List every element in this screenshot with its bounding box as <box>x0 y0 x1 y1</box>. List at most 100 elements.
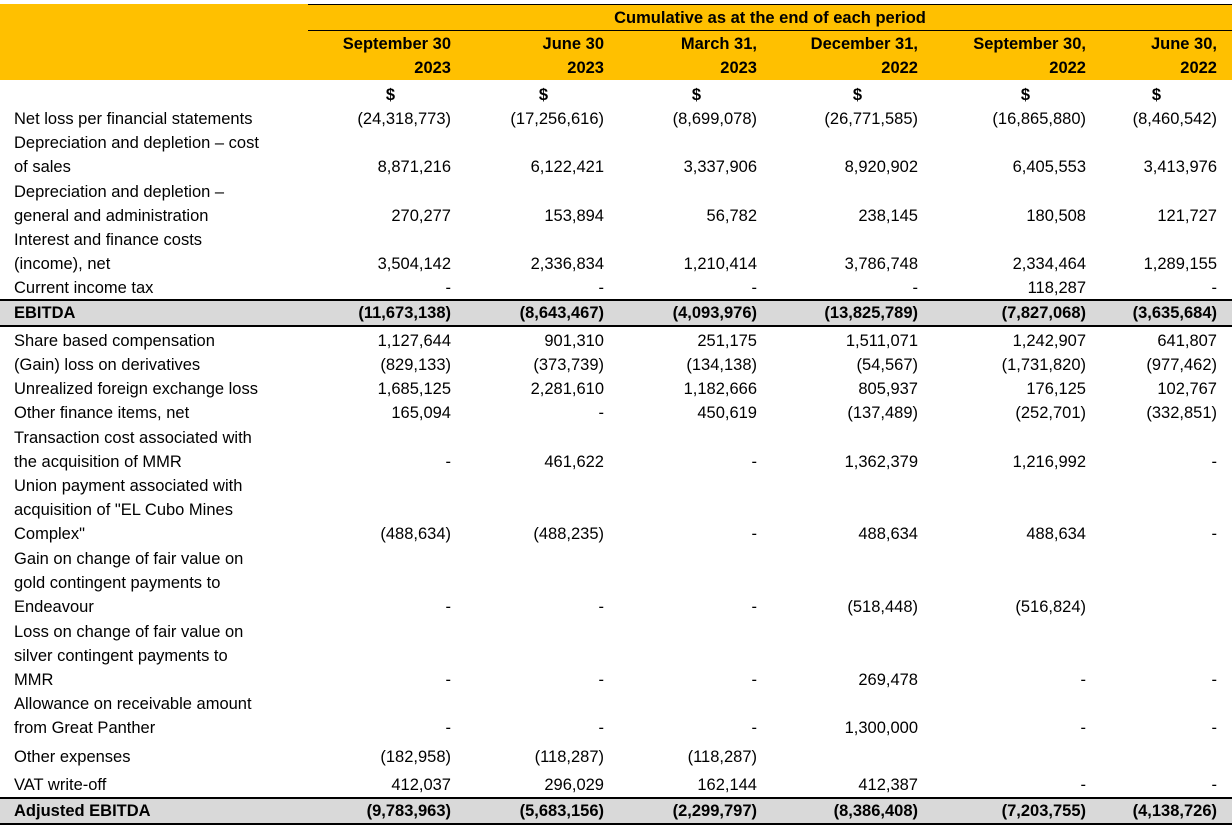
row-value: 56,782 <box>706 207 757 225</box>
row-value: (252,701) <box>1015 404 1086 422</box>
column-header-year: 2023 <box>720 59 757 77</box>
row-value: 2,334,464 <box>1012 255 1086 273</box>
row-value: - <box>598 671 605 689</box>
row-value: (8,460,542) <box>1132 110 1217 128</box>
row-value: (4,138,726) <box>1132 802 1217 820</box>
row-value: (3,635,684) <box>1132 304 1217 322</box>
row-value: 180,508 <box>1026 207 1086 225</box>
row-value: - <box>445 671 452 689</box>
row-value: 270,277 <box>391 207 451 225</box>
row-value: - <box>751 671 758 689</box>
row-label: MMR <box>14 671 54 689</box>
row-value: - <box>912 279 919 297</box>
column-header-year: 2023 <box>414 59 451 77</box>
row-label: Endeavour <box>14 598 94 616</box>
row-value: - <box>1080 671 1087 689</box>
row-value: - <box>1080 719 1087 737</box>
row-value: 2,336,834 <box>530 255 604 273</box>
row-label: acquisition of "EL Cubo Mines <box>14 501 233 519</box>
row-value: (118,287) <box>534 748 604 766</box>
row-value: - <box>751 598 758 616</box>
row-value: (977,462) <box>1146 356 1217 374</box>
row-value: (829,133) <box>380 356 451 374</box>
column-header-year: 2023 <box>567 59 604 77</box>
row-label: Other expenses <box>14 748 131 766</box>
row-value: 118,287 <box>1027 279 1086 297</box>
row-value: (8,699,078) <box>672 110 757 128</box>
row-value: 238,145 <box>858 207 918 225</box>
row-value: 1,362,379 <box>844 453 918 471</box>
row-value: 805,937 <box>858 380 918 398</box>
currency-symbol: $ <box>1151 86 1161 104</box>
row-value: (8,643,467) <box>519 304 604 322</box>
row-label: Union payment associated with <box>14 477 243 495</box>
row-label: gold contingent payments to <box>14 574 221 592</box>
row-value: 296,029 <box>544 776 604 794</box>
row-value: 412,037 <box>391 776 451 794</box>
row-value: (11,673,138) <box>358 304 451 322</box>
currency-symbol: $ <box>385 86 395 104</box>
row-value: (488,235) <box>533 525 604 543</box>
row-value: 1,685,125 <box>377 380 451 398</box>
row-value: 162,144 <box>697 776 757 794</box>
row-value: (2,299,797) <box>672 802 757 820</box>
row-value: (373,739) <box>533 356 604 374</box>
row-value: 121,727 <box>1157 207 1217 225</box>
row-value: - <box>598 719 605 737</box>
row-value: (4,093,976) <box>672 304 757 322</box>
row-value: 251,175 <box>697 332 757 350</box>
row-label: Share based compensation <box>14 332 215 350</box>
column-header-period: June 30, <box>1150 35 1217 53</box>
header-group-rule <box>308 30 1232 31</box>
row-value: - <box>598 404 605 422</box>
column-header-year: 2022 <box>881 59 918 77</box>
row-value: - <box>1080 776 1087 794</box>
row-value: 176,125 <box>1026 380 1086 398</box>
row-value: - <box>751 525 758 543</box>
row-value: (17,256,616) <box>510 110 604 128</box>
row-value: (182,958) <box>380 748 451 766</box>
row-value: - <box>1211 453 1218 471</box>
row-value: 6,405,553 <box>1012 158 1086 176</box>
row-value: 8,920,902 <box>844 158 918 176</box>
row-value: 1,300,000 <box>844 719 918 737</box>
row-value: - <box>445 453 452 471</box>
row-value: - <box>751 453 758 471</box>
row-value: (5,683,156) <box>519 802 604 820</box>
currency-symbol: $ <box>538 86 548 104</box>
row-label: Net loss per financial statements <box>14 110 253 128</box>
row-value: (134,138) <box>686 356 757 374</box>
row-value: (13,825,789) <box>824 304 918 322</box>
row-value: (137,489) <box>847 404 918 422</box>
row-label: Adjusted EBITDA <box>14 802 151 820</box>
row-label: general and administration <box>14 207 209 225</box>
currency-symbol: $ <box>691 86 701 104</box>
row-value: 1,242,907 <box>1012 332 1086 350</box>
row-value: (118,287) <box>687 748 757 766</box>
total-row-bottom-rule <box>0 823 1232 825</box>
row-value: (26,771,585) <box>824 110 918 128</box>
row-label: Loss on change of fair value on <box>14 623 244 641</box>
row-value: (8,386,408) <box>833 802 918 820</box>
row-value: (9,783,963) <box>366 802 451 820</box>
currency-symbol: $ <box>1020 86 1030 104</box>
row-label: Gain on change of fair value on <box>14 550 244 568</box>
row-label: Interest and finance costs <box>14 231 203 249</box>
row-value: (24,318,773) <box>357 110 451 128</box>
column-header-year: 2022 <box>1049 59 1086 77</box>
row-value: 1,182,666 <box>683 380 757 398</box>
row-value: 1,511,071 <box>845 332 918 350</box>
row-value: - <box>1211 776 1218 794</box>
row-value: 269,478 <box>858 671 918 689</box>
row-value: (488,634) <box>380 525 451 543</box>
column-header-period: December 31, <box>810 35 918 53</box>
row-value: 1,216,992 <box>1012 453 1086 471</box>
row-label: silver contingent payments to <box>14 647 228 665</box>
row-label: Complex" <box>14 525 85 543</box>
row-value: 3,786,748 <box>844 255 918 273</box>
row-value: (7,827,068) <box>1001 304 1086 322</box>
row-label: (income), net <box>14 255 111 273</box>
row-value: - <box>751 279 758 297</box>
row-value: 6,122,421 <box>530 158 604 176</box>
row-value: - <box>1211 671 1218 689</box>
